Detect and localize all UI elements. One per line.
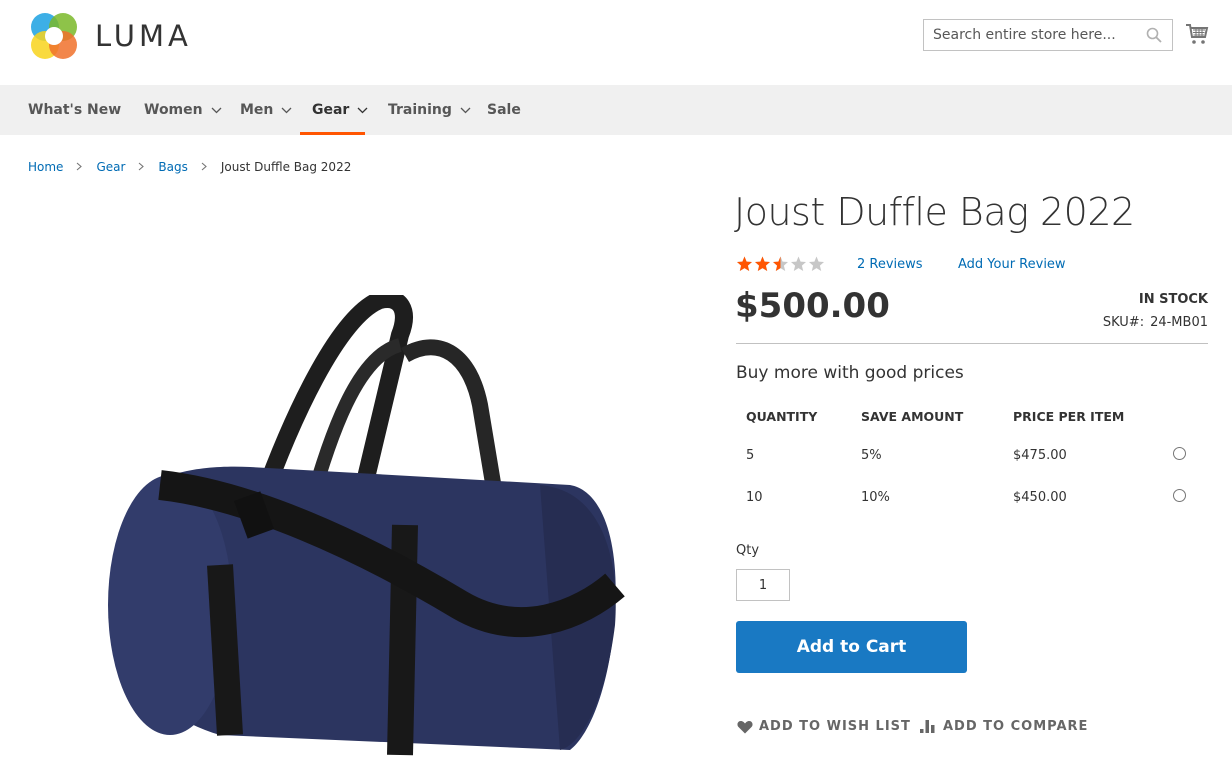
active-nav-indicator: [300, 132, 365, 135]
nav-label: Training: [388, 102, 452, 118]
nav-item-men[interactable]: Men: [240, 85, 292, 135]
rating-summary: [736, 256, 826, 272]
nav-item-whats-new[interactable]: What's New: [28, 85, 121, 135]
tier-radio[interactable]: [1173, 488, 1186, 502]
breadcrumb-bags[interactable]: Bags: [158, 160, 187, 174]
chevron-down-icon: [357, 107, 368, 113]
luma-logo-icon: [31, 13, 77, 59]
add-to-cart-button[interactable]: Add to Cart: [736, 621, 967, 673]
breadcrumb-gear[interactable]: Gear: [96, 160, 125, 174]
rating-stars: [736, 256, 826, 272]
compare-icon: [920, 720, 935, 733]
compare-label: Add to Compare: [943, 719, 1089, 734]
nav-label: Sale: [487, 102, 521, 118]
product-image[interactable]: [100, 295, 630, 765]
breadcrumb-home[interactable]: Home: [28, 160, 63, 174]
header-select: [1153, 398, 1196, 434]
tier-price-table: Quantity Save Amount Price Per Item 5 5%…: [736, 398, 1196, 518]
tier-price-title: Buy more with good prices: [736, 363, 964, 383]
breadcrumb-current: Joust Duffle Bag 2022: [220, 160, 352, 174]
breadcrumb: Home Gear Bags Joust Duffle Bag 2022: [28, 160, 351, 174]
table-header-row: Quantity Save Amount Price Per Item: [736, 398, 1196, 434]
header: LUMA: [0, 0, 1232, 85]
product-price: $500.00: [735, 286, 890, 326]
chevron-right-icon: [201, 160, 208, 174]
nav-item-sale[interactable]: Sale: [487, 85, 521, 135]
add-to-wishlist-link[interactable]: Add to Wish List: [737, 719, 911, 734]
chevron-down-icon: [460, 107, 471, 113]
logo-text: LUMA: [95, 19, 192, 53]
sku-label: SKU#:: [1102, 315, 1145, 330]
luma-logo[interactable]: LUMA: [28, 10, 192, 62]
nav-label: Men: [240, 102, 274, 118]
qty-label: Qty: [736, 543, 760, 558]
tier-quantity: 5: [746, 447, 755, 463]
header-price-per-item: Price Per Item: [1013, 408, 1125, 424]
search-box: [923, 19, 1173, 51]
nav-item-women[interactable]: Women: [144, 85, 222, 135]
table-row: 10 10% $450.00: [736, 476, 1196, 518]
chevron-right-icon: [138, 160, 145, 174]
tier-price: $450.00: [1013, 489, 1067, 505]
star-icon: [809, 256, 824, 271]
nav-item-training[interactable]: Training: [388, 85, 471, 135]
chevron-right-icon: [76, 160, 83, 174]
star-icon: [737, 256, 752, 271]
search-input[interactable]: [924, 20, 1134, 50]
table-row: 5 5% $475.00: [736, 434, 1196, 476]
tier-quantity: 10: [746, 489, 763, 505]
cart-icon[interactable]: [1185, 22, 1209, 46]
product-sku: SKU#: 24-MB01: [1103, 315, 1208, 330]
sku-value: 24-MB01: [1150, 315, 1208, 330]
tier-save: 10%: [861, 489, 890, 505]
qty-input[interactable]: [736, 569, 790, 601]
heart-icon: [737, 720, 753, 733]
header-save-amount: Save Amount: [861, 408, 964, 424]
stock-status: In stock: [1138, 292, 1208, 307]
star-icon: [755, 256, 770, 271]
wishlist-label: Add to Wish List: [759, 719, 911, 734]
divider: [736, 343, 1208, 344]
header-quantity: Quantity: [746, 408, 818, 424]
chevron-down-icon: [211, 107, 222, 113]
main-navigation: What's New Women Men Gear Training Sale: [0, 85, 1232, 135]
star-icon: [791, 256, 806, 271]
star-icon: [773, 256, 788, 271]
tier-save: 5%: [861, 447, 882, 463]
search-icon[interactable]: [1146, 27, 1162, 43]
nav-label: Women: [144, 102, 203, 118]
tier-price: $475.00: [1013, 447, 1067, 463]
nav-label: Gear: [312, 102, 350, 118]
add-to-compare-link[interactable]: Add to Compare: [920, 719, 1088, 734]
chevron-down-icon: [281, 107, 292, 113]
tier-radio[interactable]: [1173, 446, 1186, 460]
add-review-link[interactable]: Add Your Review: [958, 257, 1066, 272]
nav-item-gear[interactable]: Gear: [312, 85, 368, 135]
product-title: Joust Duffle Bag 2022: [734, 190, 1135, 234]
reviews-link[interactable]: 2 Reviews: [857, 257, 923, 272]
nav-label: What's New: [28, 102, 122, 118]
